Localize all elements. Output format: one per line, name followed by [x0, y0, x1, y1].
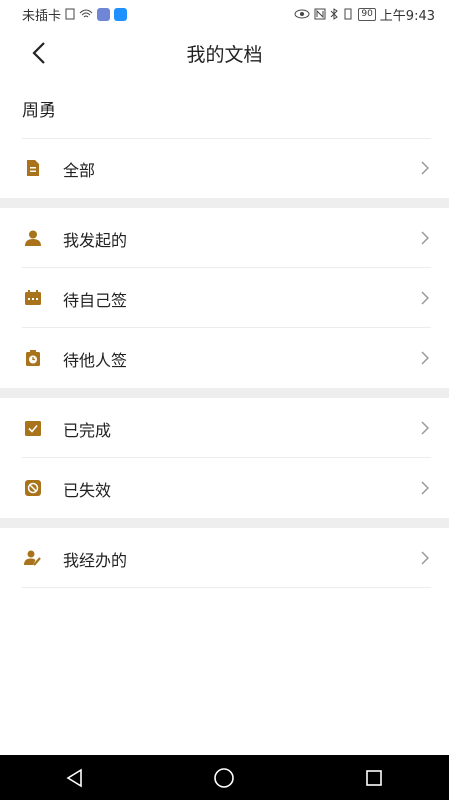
- bluetooth-icon: [330, 8, 339, 20]
- menu-item-label: 待他人签: [63, 351, 128, 370]
- chevron-right-icon: [421, 351, 429, 365]
- nav-home-button[interactable]: [194, 758, 254, 798]
- vibrate-icon: [344, 8, 352, 20]
- clock-text: 上午9:43: [379, 8, 435, 24]
- wifi-icon: [79, 9, 93, 18]
- page-title: 我的文档: [186, 44, 263, 66]
- menu-item-initiated[interactable]: 我发起的: [0, 208, 449, 268]
- chevron-right-icon: [421, 481, 429, 495]
- menu-item-label: 待自己签: [63, 291, 128, 310]
- chevron-right-icon: [421, 421, 429, 435]
- menu-item-pending-others[interactable]: 待他人签: [0, 328, 449, 388]
- status-right: 90 上午9:43: [294, 5, 435, 24]
- section-gap: [0, 518, 449, 528]
- circle-home-icon: [214, 767, 235, 788]
- document-icon: [27, 160, 39, 176]
- carrier-text: 未插卡: [22, 8, 62, 24]
- person-edit-icon: [24, 550, 41, 566]
- menu-item-pending-self[interactable]: 待自己签: [0, 268, 449, 328]
- nav-back-button[interactable]: [45, 758, 105, 798]
- menu-item-all[interactable]: 全部: [0, 138, 449, 198]
- app-notification-icon: [97, 7, 111, 21]
- nav-recents-button[interactable]: [344, 758, 404, 798]
- header: 我的文档: [0, 30, 449, 76]
- search-app-icon: [114, 7, 128, 21]
- check-box-icon: [25, 421, 41, 436]
- menu-item-label: 全部: [63, 161, 96, 180]
- sim-icon: [65, 8, 75, 20]
- chevron-right-icon: [421, 231, 429, 245]
- calendar-icon: [25, 290, 41, 305]
- status-bar: 未插卡 90 上午9:43: [0, 0, 449, 28]
- triangle-back-icon: [66, 768, 82, 787]
- battery-icon: 90: [358, 7, 376, 21]
- menu-item-label: 已完成: [63, 421, 112, 440]
- menu-item-label: 我发起的: [63, 231, 128, 250]
- chevron-right-icon: [421, 551, 429, 565]
- square-recents-icon: [366, 769, 382, 786]
- menu-item-label: 已失效: [63, 481, 112, 500]
- system-nav-bar: [0, 755, 449, 800]
- clock-clipboard-icon: [26, 350, 40, 366]
- menu-item-handled[interactable]: 我经办的: [0, 528, 449, 588]
- menu-item-completed[interactable]: 已完成: [0, 398, 449, 458]
- nfc-icon: [314, 8, 326, 20]
- divider: [22, 587, 431, 588]
- section-gap: [0, 388, 449, 398]
- eye-icon: [294, 9, 310, 19]
- menu-item-expired[interactable]: 已失效: [0, 458, 449, 518]
- ban-icon: [25, 480, 41, 496]
- chevron-right-icon: [421, 291, 429, 305]
- section-gap: [0, 198, 449, 208]
- person-icon: [25, 230, 41, 246]
- menu-item-label: 我经办的: [63, 551, 128, 570]
- user-name: 周勇: [22, 101, 56, 121]
- chevron-right-icon: [421, 161, 429, 175]
- status-left: 未插卡: [22, 5, 128, 24]
